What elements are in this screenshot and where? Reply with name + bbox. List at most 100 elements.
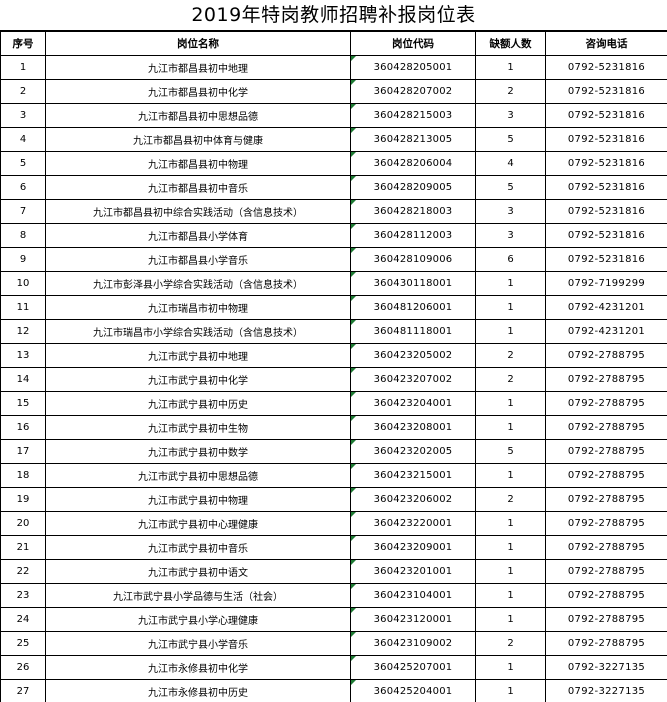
cell-position-code: 360428215003 xyxy=(350,103,476,128)
cell-contact-phone: 0792-2788795 xyxy=(545,511,667,536)
cell-position-name: 九江市武宁县初中历史 xyxy=(45,391,351,416)
cell-position-code: 360430118001 xyxy=(350,271,476,296)
cell-position-name: 九江市瑞昌市初中物理 xyxy=(45,295,351,320)
cell-contact-phone: 0792-2788795 xyxy=(545,391,667,416)
cell-position-name: 九江市永修县初中历史 xyxy=(45,679,351,702)
cell-position-name: 九江市武宁县小学音乐 xyxy=(45,631,351,656)
cell-position-code: 360428109006 xyxy=(350,247,476,272)
cell-contact-phone: 0792-2788795 xyxy=(545,439,667,464)
cell-serial: 26 xyxy=(0,655,46,680)
cell-serial: 12 xyxy=(0,319,46,344)
table-row: 13 九江市武宁县初中地理 360423205002 2 0792-2788795 xyxy=(0,343,667,368)
cell-position-code: 360428112003 xyxy=(350,223,476,248)
cell-position-name: 九江市武宁县小学心理健康 xyxy=(45,607,351,632)
cell-vacancy-count: 1 xyxy=(475,511,546,536)
cell-contact-phone: 0792-5231816 xyxy=(545,223,667,248)
table-row: 27 九江市永修县初中历史 360425204001 1 0792-3227135 xyxy=(0,679,667,702)
cell-serial: 25 xyxy=(0,631,46,656)
cell-position-name: 九江市都昌县初中思想品德 xyxy=(45,103,351,128)
table-row: 19 九江市武宁县初中物理 360423206002 2 0792-2788795 xyxy=(0,487,667,512)
cell-contact-phone: 0792-5231816 xyxy=(545,199,667,224)
cell-position-name: 九江市都昌县初中地理 xyxy=(45,55,351,80)
cell-position-name: 九江市都昌县初中体育与健康 xyxy=(45,127,351,152)
cell-position-name: 九江市都昌县初中音乐 xyxy=(45,175,351,200)
cell-serial: 8 xyxy=(0,223,46,248)
cell-contact-phone: 0792-5231816 xyxy=(545,127,667,152)
cell-position-name: 九江市永修县初中化学 xyxy=(45,655,351,680)
cell-position-name: 九江市武宁县初中思想品德 xyxy=(45,463,351,488)
cell-vacancy-count: 2 xyxy=(475,79,546,104)
header-position-name: 岗位名称 xyxy=(45,31,351,56)
table-row: 10 九江市彭泽县小学综合实践活动（含信息技术） 360430118001 1 0792… xyxy=(0,271,667,296)
cell-position-code: 360423205002 xyxy=(350,343,476,368)
cell-vacancy-count: 1 xyxy=(475,463,546,488)
table-row: 8 九江市都昌县小学体育 360428112003 3 0792-5231816 xyxy=(0,223,667,248)
table-row: 22 九江市武宁县初中语文 360423201001 1 0792-2788795 xyxy=(0,559,667,584)
cell-vacancy-count: 1 xyxy=(475,55,546,80)
cell-serial: 17 xyxy=(0,439,46,464)
cell-contact-phone: 0792-2788795 xyxy=(545,367,667,392)
cell-position-code: 360423207002 xyxy=(350,367,476,392)
cell-position-code: 360428206004 xyxy=(350,151,476,176)
cell-contact-phone: 0792-2788795 xyxy=(545,607,667,632)
cell-position-name: 九江市武宁县初中地理 xyxy=(45,343,351,368)
table-row: 4 九江市都昌县初中体育与健康 360428213005 5 0792-5231816 xyxy=(0,127,667,152)
table-row: 18 九江市武宁县初中思想品德 360423215001 1 0792-2788795 xyxy=(0,463,667,488)
cell-position-name: 九江市武宁县初中数学 xyxy=(45,439,351,464)
cell-position-code: 360423206002 xyxy=(350,487,476,512)
cell-position-name: 九江市武宁县小学品德与生活（社会） xyxy=(45,583,351,608)
cell-position-code: 360423215001 xyxy=(350,463,476,488)
cell-vacancy-count: 1 xyxy=(475,295,546,320)
cell-position-code: 360423202005 xyxy=(350,439,476,464)
cell-serial: 24 xyxy=(0,607,46,632)
cell-vacancy-count: 1 xyxy=(475,655,546,680)
cell-position-code: 360481206001 xyxy=(350,295,476,320)
table-title: 2019年特岗教师招聘补报岗位表 xyxy=(0,0,667,31)
cell-serial: 1 xyxy=(0,55,46,80)
cell-serial: 13 xyxy=(0,343,46,368)
table-row: 20 九江市武宁县初中心理健康 360423220001 1 0792-2788795 xyxy=(0,511,667,536)
cell-serial: 3 xyxy=(0,103,46,128)
cell-position-name: 九江市都昌县初中物理 xyxy=(45,151,351,176)
cell-position-code: 360425204001 xyxy=(350,679,476,702)
cell-position-code: 360423120001 xyxy=(350,607,476,632)
cell-position-name: 九江市瑞昌市小学综合实践活动（含信息技术） xyxy=(45,319,351,344)
cell-position-code: 360423220001 xyxy=(350,511,476,536)
cell-contact-phone: 0792-7199299 xyxy=(545,271,667,296)
cell-position-name: 九江市武宁县初中心理健康 xyxy=(45,511,351,536)
cell-vacancy-count: 1 xyxy=(475,391,546,416)
table-row: 21 九江市武宁县初中音乐 360423209001 1 0792-2788795 xyxy=(0,535,667,560)
cell-vacancy-count: 5 xyxy=(475,127,546,152)
cell-vacancy-count: 3 xyxy=(475,223,546,248)
cell-position-name: 九江市都昌县初中化学 xyxy=(45,79,351,104)
cell-position-code: 360428218003 xyxy=(350,199,476,224)
cell-position-name: 九江市武宁县初中音乐 xyxy=(45,535,351,560)
cell-contact-phone: 0792-2788795 xyxy=(545,487,667,512)
cell-vacancy-count: 1 xyxy=(475,271,546,296)
cell-serial: 2 xyxy=(0,79,46,104)
cell-position-code: 360428205001 xyxy=(350,55,476,80)
cell-position-name: 九江市武宁县初中化学 xyxy=(45,367,351,392)
cell-vacancy-count: 2 xyxy=(475,343,546,368)
header-serial: 序号 xyxy=(0,31,46,56)
cell-position-name: 九江市彭泽县小学综合实践活动（含信息技术） xyxy=(45,271,351,296)
cell-position-code: 360423109002 xyxy=(350,631,476,656)
table-row: 24 九江市武宁县小学心理健康 360423120001 1 0792-2788795 xyxy=(0,607,667,632)
cell-contact-phone: 0792-5231816 xyxy=(545,79,667,104)
cell-vacancy-count: 1 xyxy=(475,559,546,584)
cell-serial: 14 xyxy=(0,367,46,392)
cell-serial: 27 xyxy=(0,679,46,702)
header-position-code: 岗位代码 xyxy=(350,31,476,56)
cell-serial: 19 xyxy=(0,487,46,512)
cell-serial: 7 xyxy=(0,199,46,224)
cell-serial: 11 xyxy=(0,295,46,320)
cell-contact-phone: 0792-4231201 xyxy=(545,295,667,320)
cell-serial: 18 xyxy=(0,463,46,488)
cell-serial: 15 xyxy=(0,391,46,416)
cell-serial: 5 xyxy=(0,151,46,176)
cell-position-code: 360428213005 xyxy=(350,127,476,152)
cell-serial: 21 xyxy=(0,535,46,560)
cell-contact-phone: 0792-2788795 xyxy=(545,343,667,368)
cell-serial: 20 xyxy=(0,511,46,536)
cell-vacancy-count: 2 xyxy=(475,631,546,656)
